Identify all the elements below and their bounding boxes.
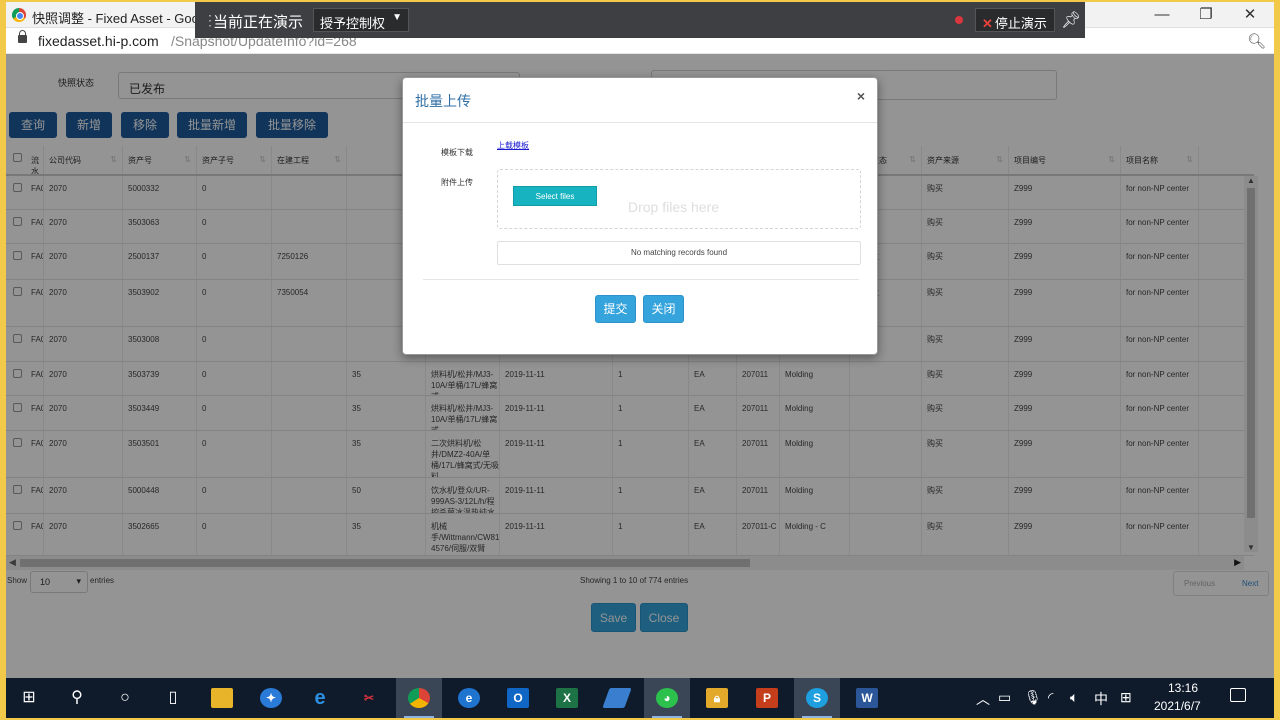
- dialog-close-icon[interactable]: ×: [857, 88, 865, 104]
- foxit-icon[interactable]: [594, 678, 640, 718]
- dialog-close-button[interactable]: 关闭: [643, 295, 684, 323]
- snipping-icon[interactable]: ✂: [346, 678, 392, 718]
- active-indicator: [404, 716, 434, 718]
- lock-app-icon[interactable]: 🔒︎: [694, 678, 740, 718]
- volume-icon[interactable]: 🔈︎: [1070, 689, 1078, 706]
- active-indicator: [652, 716, 682, 718]
- chrome-favicon-icon: [12, 8, 26, 22]
- zoom-icon[interactable]: 🔍︎: [1247, 32, 1266, 50]
- select-files-button[interactable]: Select files: [513, 186, 597, 206]
- clock-time[interactable]: 13:16: [1168, 681, 1198, 695]
- keyboard-grid-icon[interactable]: ⊞: [1120, 689, 1132, 706]
- clock-date[interactable]: 2021/6/7: [1154, 699, 1201, 713]
- ime-indicator[interactable]: 中: [1094, 689, 1108, 709]
- excel-icon[interactable]: X: [544, 678, 590, 718]
- word-icon[interactable]: W: [844, 678, 890, 718]
- wifi-icon[interactable]: ◜: [1048, 689, 1053, 706]
- template-download-link[interactable]: 上载模板: [497, 140, 529, 151]
- outlook-icon[interactable]: O: [495, 678, 541, 718]
- task-view-icon[interactable]: ▯: [150, 678, 196, 718]
- pin-icon[interactable]: 📌︎: [1061, 10, 1081, 30]
- file-dropzone[interactable]: Select files Drop files here: [497, 169, 861, 229]
- active-indicator: [802, 716, 832, 718]
- grant-control-dropdown[interactable]: 授予控制权 ▼: [313, 8, 409, 32]
- file-explorer-icon[interactable]: [199, 678, 245, 718]
- safari-icon[interactable]: ✦: [248, 678, 294, 718]
- minimize-button[interactable]: —: [1148, 5, 1176, 25]
- wechat-icon[interactable]: ◕: [644, 678, 690, 718]
- restore-button[interactable]: ❐: [1192, 5, 1220, 25]
- cortana-icon[interactable]: ○: [102, 678, 148, 718]
- recording-dot-icon: [955, 16, 963, 24]
- attachment-upload-label: 附件上传: [441, 178, 473, 187]
- grant-control-label: 授予控制权: [320, 16, 386, 31]
- presentation-bar: ⋮ 当前正在演示 授予控制权 ▼ ✕ 停止演示 📌︎: [195, 2, 1085, 38]
- submit-button[interactable]: 提交: [595, 295, 636, 323]
- skype-icon[interactable]: S: [794, 678, 840, 718]
- windows-taskbar: ⊞ ⚲ ○ ▯ ✦ e ✂ e O X ◕ 🔒︎ P S W ︿ ▭ 🎙︎ ◜ …: [6, 678, 1274, 718]
- lock-icon[interactable]: [18, 30, 27, 43]
- uploaded-files-empty: No matching records found: [497, 241, 861, 265]
- close-window-button[interactable]: ✕: [1236, 5, 1264, 25]
- dialog-divider: [403, 122, 877, 123]
- notification-icon[interactable]: [1230, 688, 1246, 702]
- browser-window: 快照调整 - Fixed Asset - Goo — ❐ ✕ fixedasse…: [6, 2, 1274, 678]
- microphone-icon[interactable]: 🎙︎: [1024, 689, 1042, 706]
- template-download-label: 模板下载: [441, 148, 473, 157]
- tab-title[interactable]: 快照调整 - Fixed Asset - Goo: [32, 8, 199, 27]
- dialog-divider-bottom: [423, 279, 859, 280]
- chrome-icon[interactable]: [396, 678, 442, 718]
- stop-presenting-label: 停止演示: [994, 16, 1047, 31]
- edge-icon[interactable]: e: [297, 678, 343, 718]
- stop-x-icon: ✕: [982, 16, 993, 31]
- edge-new-icon[interactable]: e: [446, 678, 492, 718]
- windows-icon[interactable]: ⊞: [6, 678, 52, 718]
- caret-down-icon: ▼: [392, 12, 402, 23]
- tray-expand-icon[interactable]: ︿: [976, 689, 990, 709]
- search-icon[interactable]: ⚲: [54, 678, 100, 718]
- stop-presenting-button[interactable]: ✕ 停止演示: [975, 8, 1055, 32]
- dialog-title: 批量上传: [415, 93, 471, 109]
- presenting-status: 当前正在演示: [213, 14, 304, 31]
- battery-icon[interactable]: ▭: [998, 689, 1011, 706]
- batch-upload-dialog: 批量上传 × 模板下载 上载模板 附件上传 Select files Drop …: [402, 77, 878, 355]
- url-host[interactable]: fixedasset.hi-p.com: [38, 33, 159, 49]
- drop-hint: Drop files here: [628, 199, 720, 215]
- powerpoint-icon[interactable]: P: [744, 678, 790, 718]
